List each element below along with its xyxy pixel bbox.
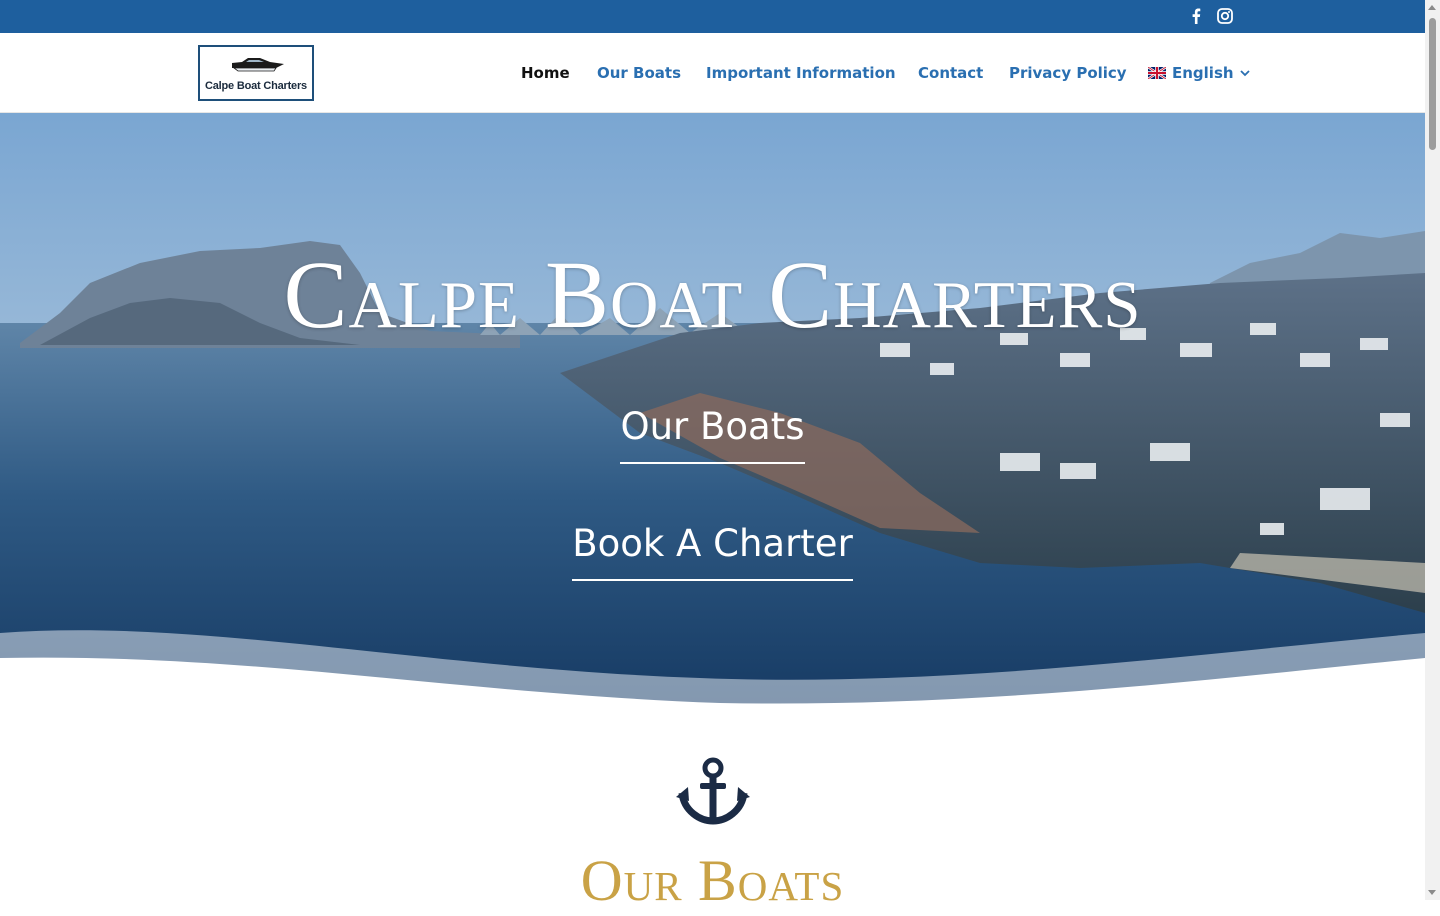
site-header: Calpe Boat Charters Home Our Boats Impor… [0, 33, 1425, 113]
nav-important-information[interactable]: Important Information [706, 62, 896, 84]
nav-privacy-policy[interactable]: Privacy Policy [1009, 62, 1127, 84]
boat-icon [232, 58, 284, 72]
scroll-thumb[interactable] [1429, 18, 1436, 150]
section-title-our-boats: Our Boats [580, 848, 845, 913]
nav-contact-link[interactable]: Contact [918, 64, 983, 82]
instagram-icon[interactable] [1215, 6, 1235, 26]
logo-text: Calpe Boat Charters [205, 80, 307, 92]
nav-contact[interactable]: Contact [918, 62, 983, 84]
facebook-icon[interactable] [1186, 6, 1206, 26]
hero-book-charter-link[interactable]: Book A Charter [0, 519, 1425, 581]
uk-flag-icon [1148, 67, 1166, 79]
scroll-up-arrow-icon[interactable] [1428, 5, 1436, 10]
site-logo[interactable]: Calpe Boat Charters [198, 45, 314, 101]
hero-our-boats-link[interactable]: Our Boats [0, 402, 1425, 464]
hero-title: Calpe Boat Charters [283, 241, 1142, 348]
top-bar [0, 0, 1425, 33]
hero-our-boats-label[interactable]: Our Boats [620, 402, 805, 464]
nav-our-boats-link[interactable]: Our Boats [597, 64, 681, 82]
page-scrollbar[interactable] [1425, 0, 1440, 900]
nav-home[interactable]: Home [521, 62, 570, 84]
chevron-down-icon [1239, 70, 1250, 77]
language-label[interactable]: English [1172, 64, 1234, 82]
hero-book-charter-label[interactable]: Book A Charter [572, 519, 853, 581]
scroll-down-arrow-icon[interactable] [1428, 890, 1436, 895]
nav-home-link[interactable]: Home [521, 64, 570, 82]
nav-important-information-link[interactable]: Important Information [706, 64, 896, 82]
nav-privacy-policy-link[interactable]: Privacy Policy [1009, 64, 1127, 82]
anchor-icon [676, 757, 750, 825]
nav-our-boats[interactable]: Our Boats [597, 62, 681, 84]
hero-section: Calpe Boat Charters Our Boats Book A Cha… [0, 113, 1425, 708]
language-selector[interactable]: English [1148, 62, 1250, 84]
